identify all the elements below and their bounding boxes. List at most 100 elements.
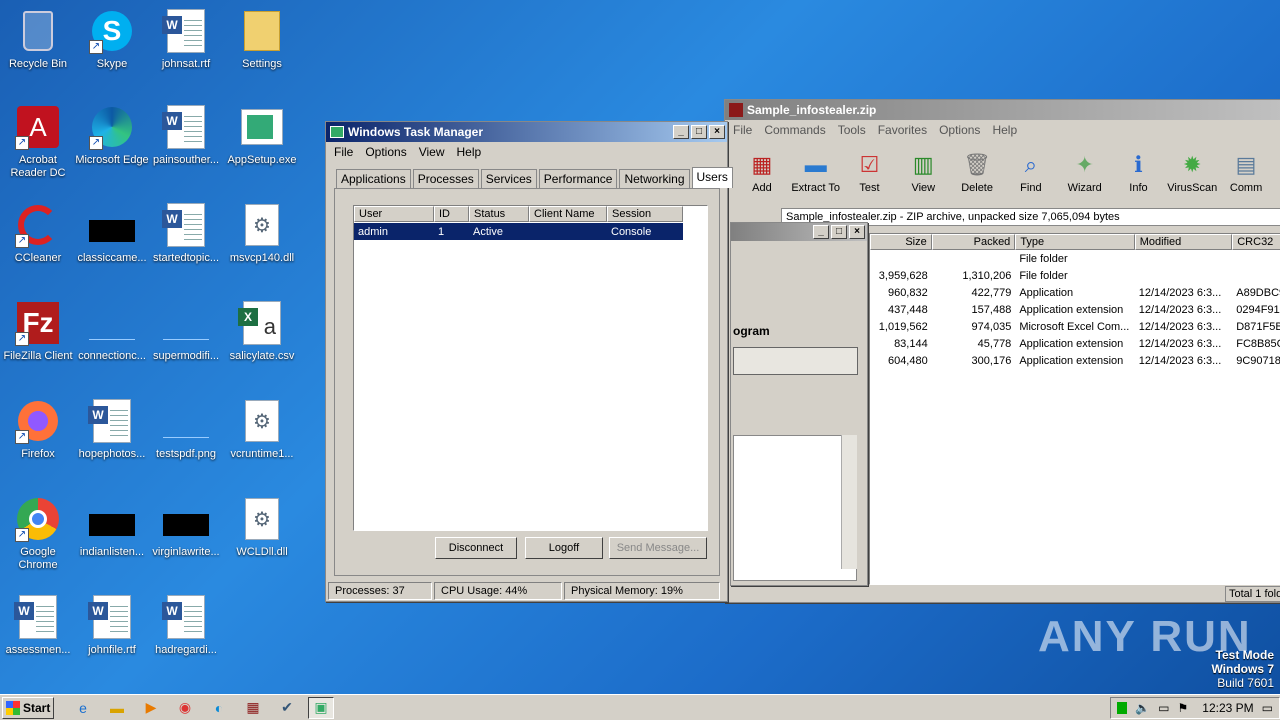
flag-icon[interactable]: ⚑ [1178, 701, 1189, 715]
start-button[interactable]: Start [2, 696, 54, 719]
dialog-scrollbar[interactable] [841, 435, 857, 569]
hidden-dialog[interactable]: _ □ × ogram [730, 222, 868, 586]
logoff-button[interactable]: Logoff [525, 537, 603, 559]
toolbar-add[interactable]: ▦ Add [735, 148, 789, 194]
network-status-icon[interactable] [1117, 701, 1128, 714]
toolbar-virusscan[interactable]: ✹ VirusScan [1165, 148, 1219, 194]
column-client-name[interactable]: Client Name [529, 206, 607, 222]
desktop-icon[interactable]: ↗ CCleaner [0, 202, 76, 265]
desktop-icon[interactable]: ⚙ WCLDll.dll [224, 496, 300, 559]
column-session[interactable]: Session [607, 206, 683, 222]
menu-options[interactable]: Options [935, 123, 984, 137]
menu-help[interactable]: Help [453, 145, 486, 159]
menu-commands[interactable]: Commands [760, 123, 829, 137]
desktop-icon[interactable]: connectionc... [74, 300, 150, 363]
minimize-button[interactable]: _ [813, 225, 829, 239]
users-list[interactable]: User ID Status Client Name Session admin 1 Act… [353, 205, 708, 531]
maximize-button[interactable]: □ [831, 225, 847, 239]
column-crc32[interactable]: CRC32 [1232, 234, 1280, 250]
hidden-dialog-titlebar[interactable]: _ □ × [731, 223, 867, 241]
maximize-button[interactable]: □ [691, 125, 707, 139]
desktop-icon[interactable]: Wpainsouther... [148, 104, 224, 167]
send-message-button[interactable]: Send Message... [609, 537, 707, 559]
dialog-textarea[interactable] [733, 435, 857, 581]
network-icon[interactable]: ▭ [1158, 701, 1169, 715]
tab-applications[interactable]: Applications [336, 169, 411, 190]
desktop-icon[interactable]: ↗ Google Chrome [0, 496, 76, 572]
desktop-icon[interactable]: Settings [224, 8, 300, 71]
close-button[interactable]: × [849, 225, 865, 239]
task-manager-taskbar-icon[interactable]: ▣ [308, 696, 334, 719]
menu-help[interactable]: Help [988, 123, 1021, 137]
chrome-icon[interactable]: ◉ [172, 697, 198, 719]
tab-networking[interactable]: Networking [619, 169, 690, 190]
desktop-icon[interactable]: testspdf.png [148, 398, 224, 461]
desktop-icon[interactable]: classiccame... [74, 202, 150, 265]
column-modified[interactable]: Modified [1134, 234, 1233, 250]
checklist-icon[interactable]: ✔ [274, 697, 300, 719]
desktop-icon[interactable]: Wjohnsat.rtf [148, 8, 224, 71]
column-id[interactable]: ID [434, 206, 469, 222]
desktop-icon[interactable]: Wassessmen... [0, 594, 76, 657]
task-manager-titlebar[interactable]: Windows Task Manager _ □ × [326, 122, 727, 142]
tab-performance[interactable]: Performance [538, 169, 618, 190]
tab-services[interactable]: Services [480, 169, 537, 190]
close-button[interactable]: × [709, 125, 725, 139]
tab-processes[interactable]: Processes [412, 169, 479, 190]
media-player-icon[interactable]: ▶ [138, 697, 164, 719]
toolbar-wizard[interactable]: ✦ Wizard [1058, 148, 1112, 194]
task-manager-window[interactable]: Windows Task Manager _ □ × File Options Vi… [325, 121, 733, 602]
file-row[interactable]: 3,959,628 1,310,206 File folder [870, 267, 1280, 284]
toolbar-test[interactable]: ☑ Test [843, 148, 897, 194]
show-desktop-icon[interactable]: ▭ [1262, 701, 1273, 715]
user-row[interactable]: admin 1 Active Console [354, 223, 683, 240]
menu-file[interactable]: File [330, 145, 357, 159]
winrar-titlebar[interactable]: Sample_infostealer.zip [725, 100, 1280, 120]
column-size[interactable]: Size [870, 234, 932, 250]
desktop-icon[interactable]: Xa salicylate.csv [224, 300, 300, 363]
toolbar-delete[interactable]: 🗑 Delete [950, 148, 1004, 194]
desktop-icon[interactable]: Whopephotos... [74, 398, 150, 461]
menu-file[interactable]: File [729, 123, 756, 137]
desktop-icon[interactable]: supermodifi... [148, 300, 224, 363]
toolbar-view[interactable]: ▥ View [896, 148, 950, 194]
file-row[interactable]: 604,480 300,176 Application extension 12/14… [870, 352, 1280, 369]
desktop-icon[interactable]: ⚙ msvcp140.dll [224, 202, 300, 265]
toolbar-comm[interactable]: ▤ Comm [1219, 148, 1273, 194]
desktop-icon[interactable]: ↗ Firefox [0, 398, 76, 461]
desktop-icon[interactable]: Recycle Bin [0, 8, 76, 71]
file-row[interactable]: 437,448 157,488 Application extension 12/14… [870, 301, 1280, 318]
toolbar-find[interactable]: ⌕ Find [1004, 148, 1058, 194]
desktop-icon[interactable]: ↗ Microsoft Edge [74, 104, 150, 167]
tab-users[interactable]: Users [691, 167, 733, 188]
desktop-icon[interactable]: Wstartedtopic... [148, 202, 224, 265]
minimize-button[interactable]: _ [673, 125, 689, 139]
desktop-icon[interactable]: S ↗ Skype [74, 8, 150, 71]
desktop-icon[interactable]: Whadregardi... [148, 594, 224, 657]
desktop-icon[interactable]: Fz ↗ FileZilla Client [0, 300, 76, 363]
toolbar-extract-to[interactable]: ▬ Extract To [789, 148, 843, 194]
file-row[interactable]: File folder [870, 250, 1280, 267]
ie-icon[interactable]: e [70, 697, 96, 719]
toolbar-info[interactable]: ℹ Info [1112, 148, 1166, 194]
file-row[interactable]: 83,144 45,778 Application extension 12/14/2… [870, 335, 1280, 352]
desktop-icon[interactable]: ⚙ vcruntime1... [224, 398, 300, 461]
dialog-field[interactable] [733, 347, 858, 375]
column-type[interactable]: Type [1015, 234, 1135, 250]
winrar-file-list[interactable]: Size Packed Type Modified CRC32 File folder 3… [869, 233, 1280, 585]
menu-tools[interactable]: Tools [834, 123, 870, 137]
menu-options[interactable]: Options [361, 145, 410, 159]
explorer-icon[interactable]: ▬ [104, 697, 130, 719]
clock[interactable]: 12:23 PM [1202, 701, 1253, 715]
file-row[interactable]: 1,019,562 974,035 Microsoft Excel Com... 12… [870, 318, 1280, 335]
desktop-icon[interactable]: Wjohnfile.rtf [74, 594, 150, 657]
desktop-icon[interactable]: AppSetup.exe [224, 104, 300, 167]
column-packed[interactable]: Packed [931, 234, 1016, 250]
column-status[interactable]: Status [469, 206, 529, 222]
menu-favorites[interactable]: Favorites [874, 123, 931, 137]
menu-view[interactable]: View [415, 145, 449, 159]
disconnect-button[interactable]: Disconnect [435, 537, 517, 559]
edge-icon[interactable]: ◐ [206, 697, 232, 719]
winrar-taskbar-icon[interactable]: ▦ [240, 697, 266, 719]
file-row[interactable]: 960,832 422,779 Application 12/14/2023 6:3.… [870, 284, 1280, 301]
